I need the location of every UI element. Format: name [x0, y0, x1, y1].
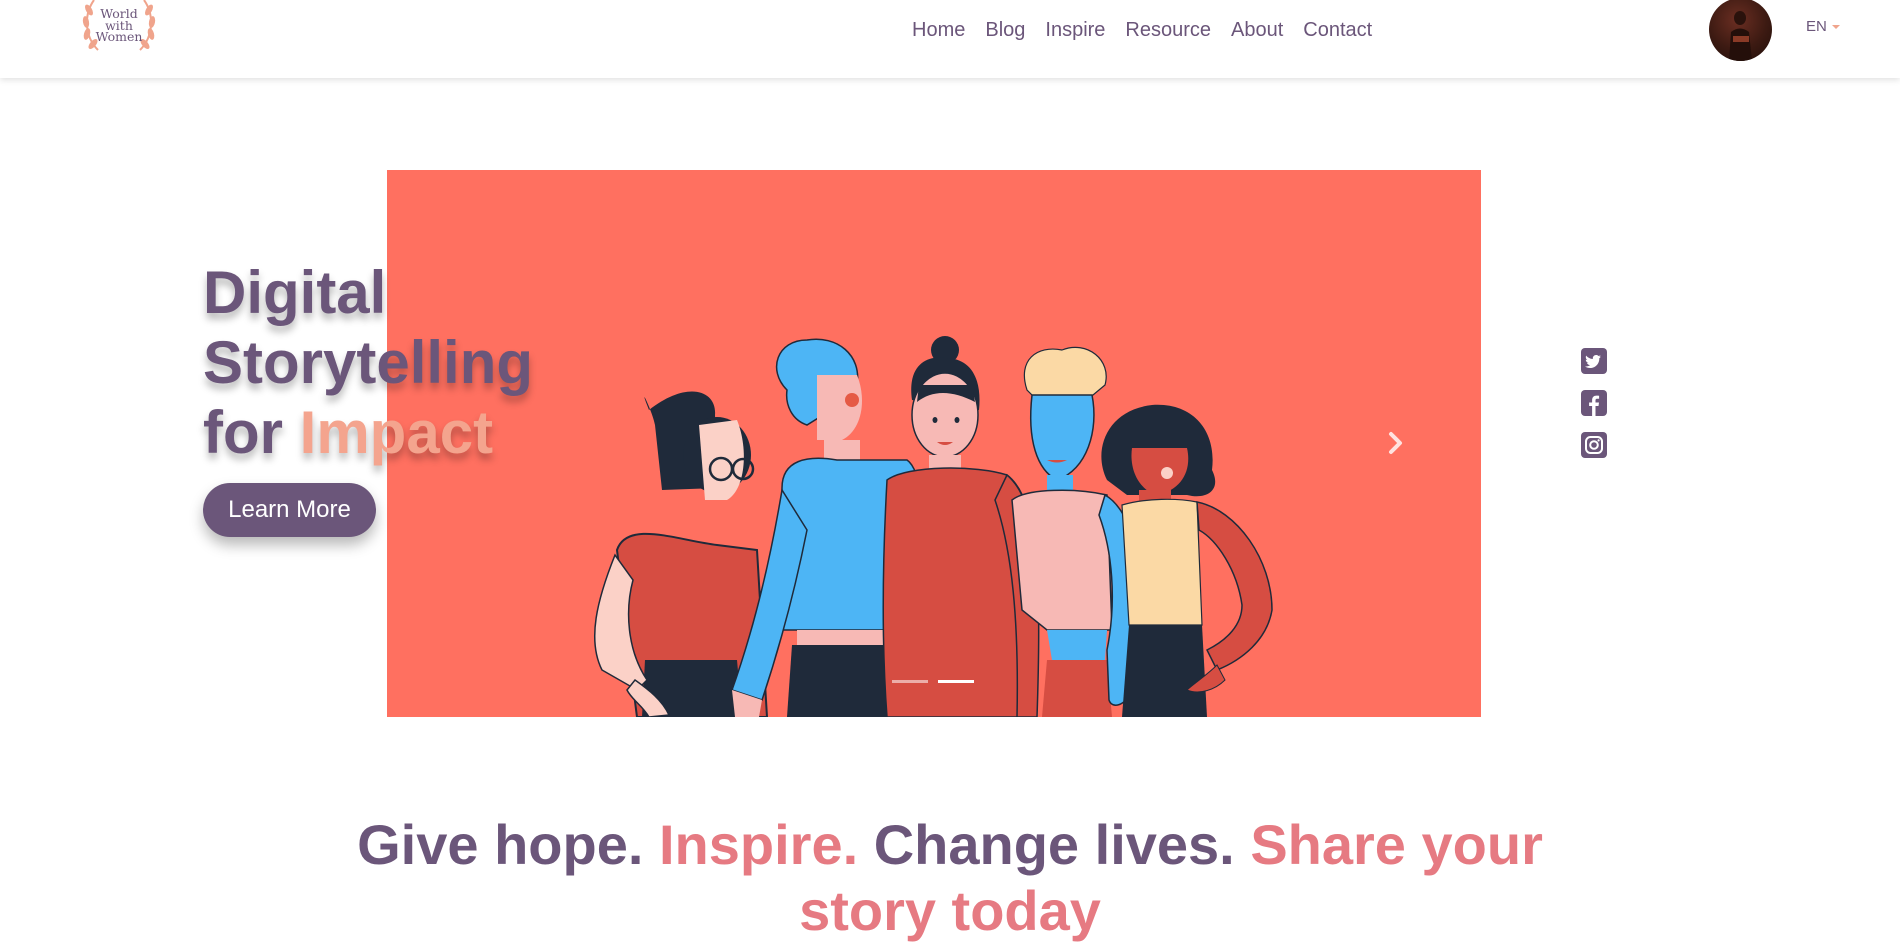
twitter-icon[interactable]	[1581, 348, 1607, 374]
women-group-illustration	[593, 336, 1273, 717]
carousel-indicator-2[interactable]	[938, 680, 974, 683]
carousel-indicators	[892, 680, 974, 683]
tagline-part-1: Give hope.	[357, 813, 644, 876]
facebook-icon[interactable]	[1581, 390, 1607, 416]
avatar-photo	[1729, 11, 1752, 61]
tagline-part-3: Change lives.	[873, 813, 1235, 876]
hero-title-line-1: Digital	[203, 259, 387, 326]
logo-line-3: Women	[95, 29, 143, 44]
nav-link-resource[interactable]: Resource	[1125, 15, 1211, 45]
language-label: EN	[1806, 18, 1827, 35]
chevron-down-icon	[1831, 24, 1840, 29]
nav-link-inspire[interactable]: Inspire	[1045, 15, 1105, 45]
nav-link-home[interactable]: Home	[912, 15, 965, 45]
nav-link-about[interactable]: About	[1231, 15, 1283, 45]
site-logo[interactable]: World with Women	[74, 0, 164, 58]
nav-link-blog[interactable]: Blog	[985, 15, 1025, 45]
hero-title-line-3-prefix: for	[203, 399, 283, 466]
logo-text: World with Women	[74, 8, 164, 43]
hero-title: Digital Storytelling for Impact	[203, 258, 533, 468]
social-links	[1581, 348, 1607, 458]
instagram-icon[interactable]	[1581, 432, 1607, 458]
tagline-heading: Give hope. Inspire. Change lives. Share …	[290, 812, 1610, 944]
language-selector[interactable]: EN	[1806, 18, 1840, 35]
chevron-right-icon	[1389, 432, 1402, 454]
hero-title-accent: Impact	[299, 399, 494, 466]
hero-title-line-2: Storytelling	[203, 329, 534, 396]
carousel-indicator-1[interactable]	[892, 680, 928, 683]
top-navbar: World with Women Home Blog Inspire Resou…	[0, 0, 1900, 78]
user-avatar[interactable]	[1709, 0, 1772, 61]
nav-link-contact[interactable]: Contact	[1303, 15, 1372, 45]
tagline-part-2: Inspire.	[658, 813, 859, 876]
hero-carousel	[387, 170, 1481, 717]
learn-more-button[interactable]: Learn More	[203, 483, 376, 537]
main-nav: Home Blog Inspire Resource About Contact	[912, 15, 1372, 45]
carousel-next-button[interactable]	[1380, 428, 1410, 458]
